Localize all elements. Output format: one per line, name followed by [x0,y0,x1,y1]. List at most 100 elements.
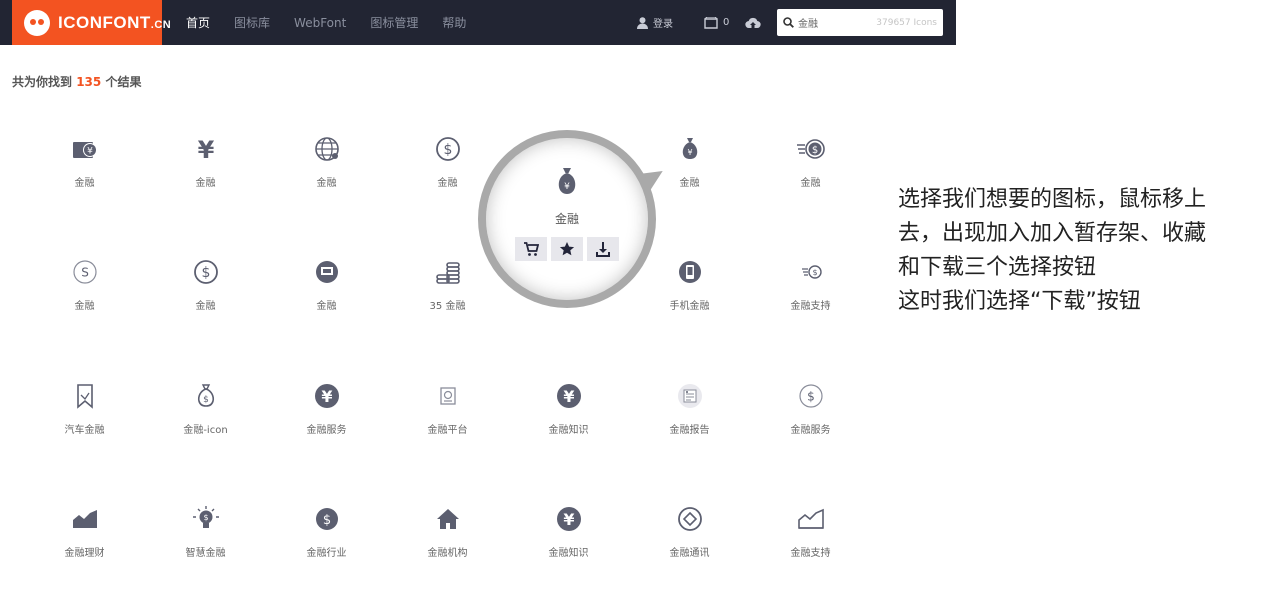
cart-icon [524,242,539,256]
icon-card[interactable]: $ 金融支持 [750,241,871,341]
icon-card[interactable]: 金融 [266,118,387,218]
icon-label: 金融 [316,178,337,189]
cart-link[interactable]: 0 [704,0,729,45]
report-circle-icon [675,381,705,411]
platform-frame-icon [433,381,463,411]
yen-circle-filled-icon: ¥ [554,381,584,411]
icon-card[interactable]: $ 金融 [145,241,266,341]
search-input[interactable] [798,17,868,28]
icon-label: 金融 [74,301,95,312]
icon-card[interactable]: ¥ 金融知识 [508,365,629,465]
icon-card[interactable]: 金融机构 [387,488,508,588]
icon-card[interactable]: S 金融 [24,241,145,341]
icon-card[interactable]: $ 智慧金融 [145,488,266,588]
dollar-circle-icon: $ [191,257,221,287]
icon-card[interactable]: ¥ 金融 [24,118,145,218]
instruction-line: 选择我们想要的图标，鼠标移上 [898,187,1207,212]
icon-label: 金融-icon [183,425,228,436]
small-speeding-coin-icon: $ [796,257,826,287]
dollar-circle-thin-icon: $ [796,381,826,411]
icon-label: 金融服务 [790,425,831,436]
icon-label: 金融支持 [790,301,831,312]
icon-card[interactable]: $ 金融-icon [145,365,266,465]
icon-card[interactable]: 金融支持 [750,488,871,588]
icon-label: 金融知识 [548,425,589,436]
icon-label: 金融 [195,301,216,312]
favorite-button[interactable] [551,237,583,261]
cart-count: 0 [723,17,730,28]
nav-home[interactable]: 首页 [186,14,210,31]
icon-label: 金融理财 [64,548,105,559]
money-bag-outline-icon: $ [191,381,221,411]
star-icon [559,242,575,256]
icon-card[interactable]: $ 金融服务 [750,365,871,465]
icon-label: 金融 [74,178,95,189]
bookmark-ribbon-icon [70,381,100,411]
speeding-dollar-icon: $ [796,134,826,164]
icon-label: 金融 [800,178,821,189]
svg-text:$: $ [443,142,452,158]
hovered-icon-label: 金融 [554,212,579,226]
svg-text:$: $ [203,513,208,522]
icon-card[interactable]: 金融 [266,241,387,341]
icon-card[interactable]: 金融报告 [629,365,750,465]
diamond-circle-icon [675,504,705,534]
nav-webfont[interactable]: WebFont [294,16,346,30]
svg-text:¥: ¥ [197,136,214,164]
logo-suffix: .CN [150,18,172,31]
icon-label: 金融支持 [790,548,831,559]
yen-circle-filled-icon: ¥ [312,381,342,411]
instruction-line: 这时我们选择“下载”按钮 [898,289,1141,314]
icon-card[interactable]: ¥ 金融 [145,118,266,218]
trend-chart-outline-icon [796,504,826,534]
login-link[interactable]: 登录 [637,0,673,45]
instruction-line: 和下载三个选择按钮 [898,255,1097,280]
svg-text:¥: ¥ [87,147,93,157]
icon-label: 金融 [195,178,216,189]
download-button[interactable] [587,237,619,261]
icon-card[interactable]: 汽车金融 [24,365,145,465]
icon-card[interactable]: 金融平台 [387,365,508,465]
instruction-text: 选择我们想要的图标，鼠标移上 去，出现加入加入暂存架、收藏 和下载三个选择按钮 … [898,183,1258,319]
icon-card[interactable]: 金融通讯 [629,488,750,588]
icon-card[interactable]: $ 金融 [750,118,871,218]
svg-text:$: $ [201,265,210,281]
download-icon [596,242,610,257]
icon-label: 智慧金融 [185,548,226,559]
main-nav: 首页 图标库 WebFont 图标管理 帮助 [186,0,466,45]
magnifier-callout: ¥ 金融 [478,130,678,320]
cart-box-icon [704,16,718,29]
icon-actions [478,237,656,261]
monitor-coin-icon [312,257,342,287]
trend-chart-icon [70,504,100,534]
money-bag-icon: ¥ [552,166,582,198]
instruction-line: 去，出现加入加入暂存架、收藏 [898,221,1207,246]
nav-icon-management[interactable]: 图标管理 [370,14,418,31]
svg-text:¥: ¥ [563,387,574,406]
icon-label: 金融 [316,301,337,312]
icon-label: 金融机构 [427,548,468,559]
svg-text:¥: ¥ [564,182,570,192]
add-to-cart-button[interactable] [515,237,547,261]
results-suffix: 个结果 [105,75,142,89]
globe-icon [312,134,342,164]
nav-icon-library[interactable]: 图标库 [234,14,270,31]
search-total-count: 379657 Icons [876,17,937,28]
upload-button[interactable] [745,0,761,45]
icon-card[interactable]: 金融理财 [24,488,145,588]
hovered-icon-card[interactable]: ¥ 金融 [478,130,656,308]
search-icon[interactable] [783,17,794,28]
icon-card[interactable]: $ 金融行业 [266,488,387,588]
results-prefix: 共为你找到 [12,75,73,89]
site-logo[interactable]: ICONFONT.CN [12,0,171,45]
cloud-upload-icon [745,17,761,28]
icon-card[interactable]: ¥ 金融服务 [266,365,387,465]
icon-label: 金融知识 [548,548,589,559]
svg-text:$: $ [322,513,330,528]
icon-card[interactable]: ¥ 金融知识 [508,488,629,588]
svg-text:$: $ [203,395,209,405]
svg-text:¥: ¥ [563,510,574,529]
results-count: 135 [76,75,102,89]
nav-help[interactable]: 帮助 [442,14,466,31]
yen-sign-icon: ¥ [191,134,221,164]
